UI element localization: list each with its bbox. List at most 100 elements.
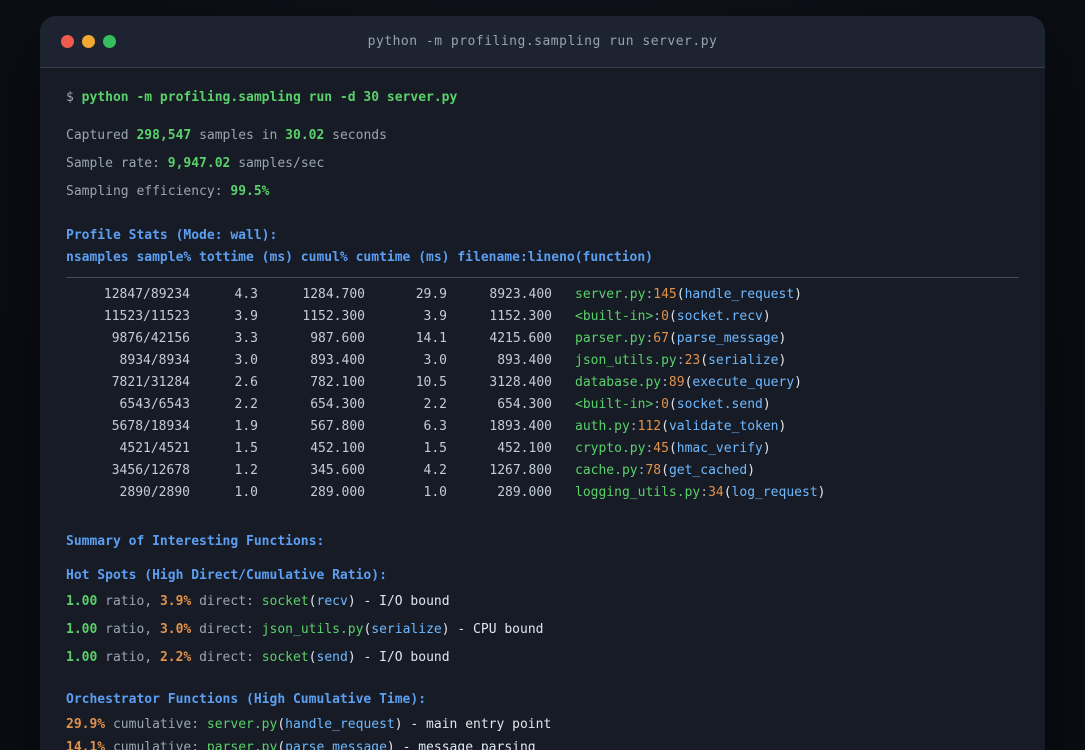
tottime-cell: 782.100 (310, 375, 365, 390)
tottime-cell: 452.100 (310, 441, 365, 456)
table-row: 11523/11523 3.9 1152.300 3.9 1152.300 <built-… (66, 306, 1019, 328)
filename: parser.py (575, 331, 646, 346)
function-name: validate_token (668, 419, 779, 434)
table-row: 5678/18934 1.9 567.800 6.3 1893.400 auth.py:1… (66, 416, 1019, 438)
orchestrator-line: 29.9% cumulative: server.py(handle_reque… (66, 717, 552, 732)
cumul-pct-cell: 1.0 (423, 485, 447, 500)
command-text: python -m profiling.sampling run -d 30 s… (81, 90, 458, 105)
terminal-output: $ python -m profiling.sampling run -d 30… (40, 68, 1045, 750)
filename: auth.py (575, 419, 630, 434)
function-name: get_cached (668, 463, 748, 478)
function-location: auth.py:112(validate_token) (575, 419, 787, 434)
role-note: - main entry point (402, 717, 552, 732)
ratio-value: 1.00 (66, 594, 98, 609)
nsamples-cell: 3456/12678 (111, 463, 190, 478)
table-row: 6543/6543 2.2 654.300 2.2 654.300 <built-in>:… (66, 394, 1019, 416)
line-number: 0 (661, 309, 669, 324)
function-location: crypto.py:45(hmac_verify) (575, 441, 771, 456)
table-row: 2890/2890 1.0 289.000 1.0 289.000 logging_uti… (66, 482, 1019, 504)
tottime-cell: 893.400 (310, 353, 365, 368)
filename: crypto.py (575, 441, 646, 456)
titlebar[interactable]: python -m profiling.sampling run server.… (40, 16, 1045, 68)
filename: <built-in> (575, 397, 654, 412)
direct-pct: 3.0% (159, 622, 192, 637)
cumtime-cell: 1267.800 (489, 463, 552, 478)
module-name: parser.py (206, 740, 278, 750)
bound-type: - I/O bound (355, 650, 450, 665)
line-number: 89 (668, 375, 685, 390)
cumul-pct-cell: 3.0 (423, 353, 447, 368)
ratio-value: 1.00 (66, 622, 98, 637)
traffic-lights (61, 16, 116, 67)
nsamples-cell: 6543/6543 (119, 397, 190, 412)
line-number: 78 (645, 463, 662, 478)
close-button[interactable] (61, 35, 74, 48)
function-location: cache.py:78(get_cached) (575, 463, 756, 478)
function-name: socket.recv (676, 309, 763, 324)
function-location: server.py:145(handle_request) (575, 287, 802, 302)
cumtime-cell: 3128.400 (489, 375, 552, 390)
tottime-cell: 345.600 (310, 463, 365, 478)
table-row: 9876/42156 3.3 987.600 14.1 4215.600 parser.p… (66, 328, 1019, 350)
direct-pct: 2.2% (159, 650, 192, 665)
shell-prompt: $ (66, 90, 82, 105)
bound-type: - I/O bound (355, 594, 450, 609)
table-row: 7821/31284 2.6 782.100 10.5 3128.400 database… (66, 372, 1019, 394)
module-name: socket (261, 594, 309, 609)
zoom-button[interactable] (103, 35, 116, 48)
orchestrator-header: Orchestrator Functions (High Cumulative … (66, 692, 427, 707)
nsamples-cell: 2890/2890 (119, 485, 190, 500)
function-name: serialize (371, 622, 442, 637)
direct-pct: 3.9% (159, 594, 192, 609)
captured-line: Captured 298,547 samples in 30.02 second… (66, 128, 387, 143)
tottime-cell: 1284.700 (302, 287, 365, 302)
cumtime-cell: 4215.600 (489, 331, 552, 346)
function-name: send (316, 650, 348, 665)
hotspot-line: 1.00 ratio, 3.0% direct: json_utils.py(s… (66, 622, 544, 637)
line-number: 34 (708, 485, 724, 500)
cumul-pct-cell: 2.2 (423, 397, 447, 412)
nsamples-cell: 8934/8934 (119, 353, 190, 368)
minimize-button[interactable] (82, 35, 95, 48)
tottime-cell: 1152.300 (302, 309, 365, 324)
function-name: log_request (731, 485, 818, 500)
module-name: socket (261, 650, 309, 665)
function-location: <built-in>:0(socket.recv) (575, 309, 771, 324)
table-row: 3456/12678 1.2 345.600 4.2 1267.800 cache.py:… (66, 460, 1019, 482)
hotspot-line: 1.00 ratio, 2.2% direct: socket(send) - … (66, 650, 450, 665)
cumtime-cell: 1152.300 (489, 309, 552, 324)
cumul-pct-cell: 10.5 (415, 375, 447, 390)
function-name: serialize (708, 353, 779, 368)
tottime-cell: 289.000 (310, 485, 365, 500)
cumul-pct-cell: 3.9 (423, 309, 447, 324)
sample-pct-cell: 3.3 (234, 331, 258, 346)
function-name: parse_message (285, 740, 387, 750)
function-name: parse_message (676, 331, 779, 346)
tottime-cell: 654.300 (310, 397, 365, 412)
sample-pct-cell: 1.2 (234, 463, 258, 478)
header-divider (66, 277, 1019, 278)
function-location: logging_utils.py:34(log_request) (575, 485, 826, 500)
cumtime-cell: 893.400 (497, 353, 552, 368)
hotspot-line: 1.00 ratio, 3.9% direct: socket(recv) - … (66, 594, 450, 609)
nsamples-cell: 4521/4521 (119, 441, 190, 456)
cumtime-cell: 654.300 (497, 397, 552, 412)
sample-pct-cell: 1.0 (234, 485, 258, 500)
line-number: 23 (684, 353, 701, 368)
cumulative-pct: 14.1% (66, 740, 106, 750)
sample-pct-cell: 2.2 (234, 397, 258, 412)
line-number: 0 (661, 397, 669, 412)
efficiency-line: Sampling efficiency: 99.5% (66, 184, 270, 199)
summary-header: Summary of Interesting Functions: (66, 534, 325, 549)
role-note: - message parsing (394, 740, 536, 750)
cumtime-cell: 452.100 (497, 441, 552, 456)
stats-table-body: 12847/89234 4.3 1284.700 29.9 8923.400 server… (66, 284, 1019, 504)
nsamples-cell: 12847/89234 (103, 287, 190, 302)
filename: server.py (575, 287, 646, 302)
nsamples-cell: 5678/18934 (111, 419, 190, 434)
command-line: $ python -m profiling.sampling run -d 30… (66, 88, 1019, 108)
filename: database.py (575, 375, 662, 390)
sample-pct-cell: 3.9 (234, 309, 258, 324)
module-name: server.py (206, 717, 278, 732)
cumul-pct-cell: 14.1 (415, 331, 447, 346)
